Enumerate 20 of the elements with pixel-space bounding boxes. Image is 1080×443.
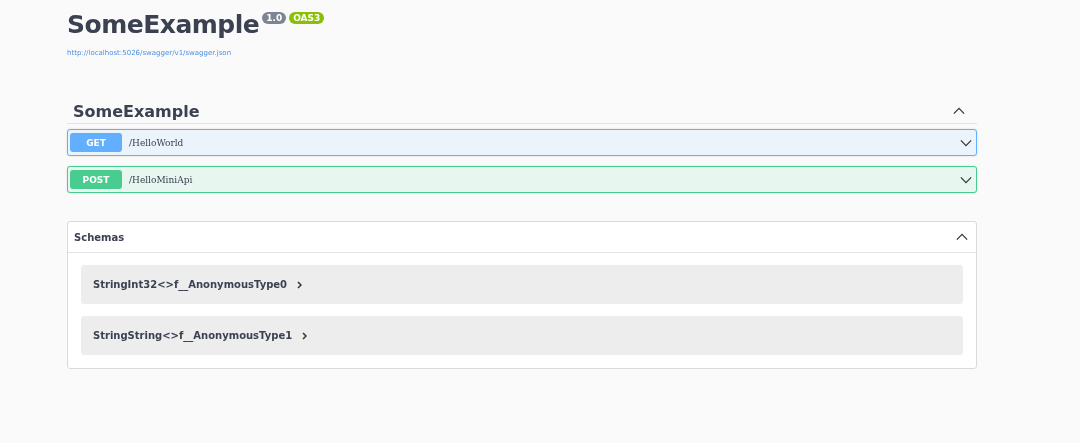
schemas-title[interactable]: Schemas xyxy=(74,231,125,243)
schema-row[interactable]: StringString<>f__AnonymousType1 xyxy=(81,316,963,355)
operation-path: /HelloMiniApi xyxy=(129,174,194,185)
chevron-up-icon[interactable] xyxy=(956,233,968,241)
chevron-down-icon[interactable] xyxy=(960,138,972,147)
schema-name: StringInt32<>f__AnonymousType0 xyxy=(93,279,288,290)
tag-name: SomeExample xyxy=(73,101,200,121)
operation-row[interactable]: GET /HelloWorld xyxy=(67,129,977,156)
api-title: SomeExample xyxy=(67,10,260,40)
version-badge: 1.0 xyxy=(262,12,287,24)
schema-row[interactable]: StringInt32<>f__AnonymousType0 xyxy=(81,265,963,304)
schema-name: StringString<>f__AnonymousType1 xyxy=(93,330,293,341)
tag-header[interactable]: SomeExample xyxy=(67,99,977,124)
operation-row[interactable]: POST /HelloMiniApi xyxy=(67,166,977,193)
operation-path: /HelloWorld xyxy=(129,137,185,148)
oas-badge: OAS3 xyxy=(289,12,325,24)
chevron-up-icon[interactable] xyxy=(953,107,965,115)
method-badge: POST xyxy=(70,170,122,189)
method-badge: GET xyxy=(70,133,122,152)
chevron-down-icon[interactable] xyxy=(960,175,972,184)
